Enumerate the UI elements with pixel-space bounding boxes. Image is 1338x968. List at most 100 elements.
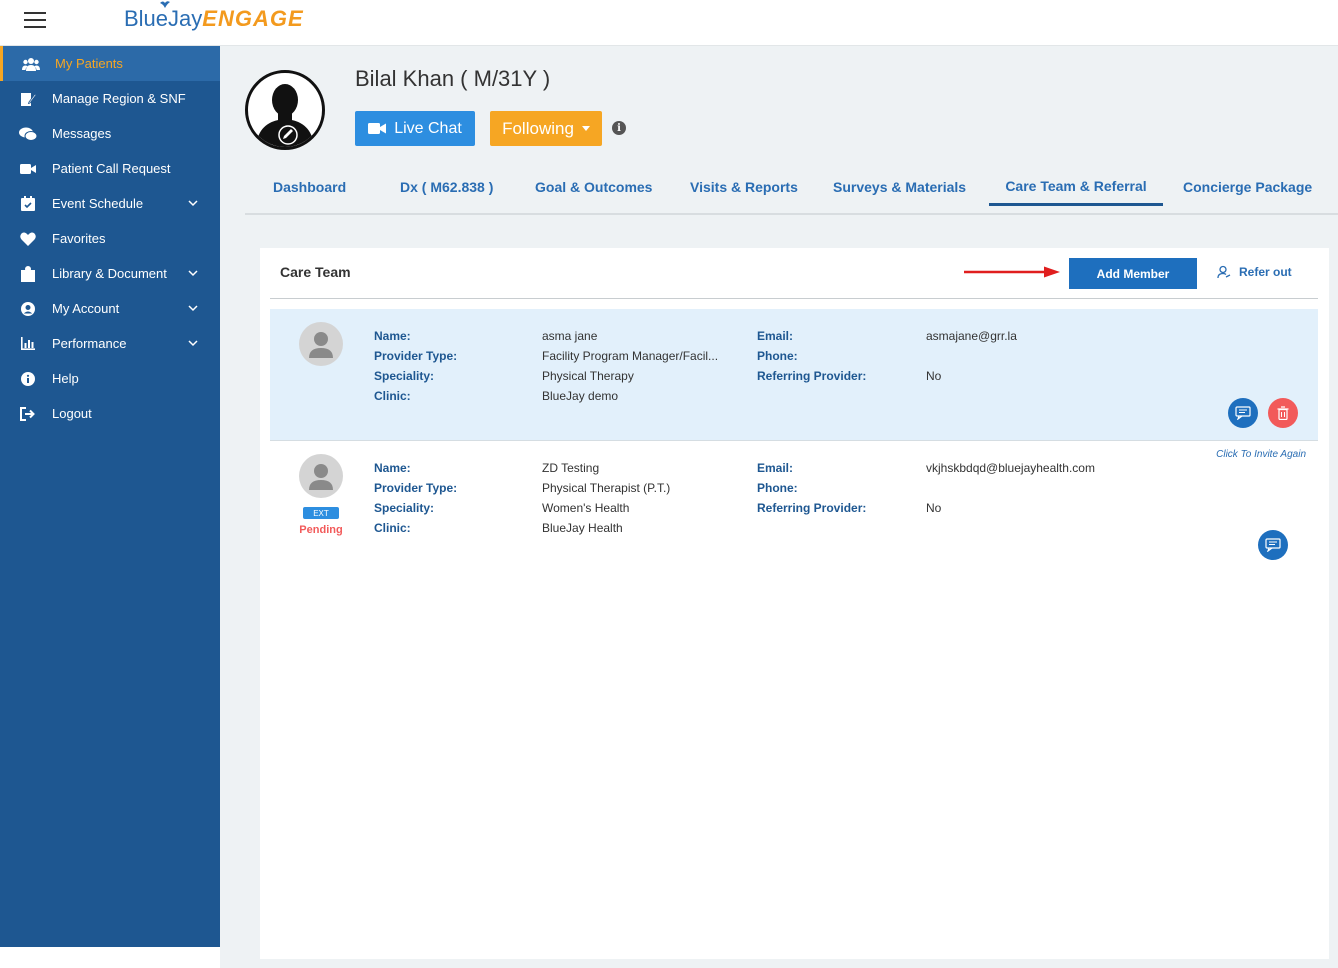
member-speciality: Women's Health [542,501,630,515]
external-badge: EXT [303,507,339,519]
clinic-label: Clinic: [374,389,411,403]
member-email: vkjhskbdqd@bluejayhealth.com [926,461,1095,475]
top-bar: BlueJay ENGAGE [0,0,1338,46]
info-icon[interactable]: i [612,121,626,135]
phone-label: Phone: [757,481,798,495]
red-arrow-annotation [964,266,1060,278]
following-label: Following [502,118,574,138]
tab-goal-outcomes[interactable]: Goal & Outcomes [535,168,652,206]
speciality-label: Speciality: [374,369,435,383]
tab-dx[interactable]: Dx ( M62.838 ) [400,168,493,206]
card-divider [270,298,1318,299]
default-user-icon [309,332,333,358]
refer-out-link[interactable]: Refer out [1217,265,1292,279]
sidebar-item-library-document[interactable]: Library & Document [0,256,220,291]
name-label: Name: [374,329,411,343]
member-name: asma jane [542,329,598,343]
sidebar-item-patient-call-request[interactable]: Patient Call Request [0,151,220,186]
sidebar-item-my-patients[interactable]: My Patients [0,46,220,81]
sidebar-item-logout[interactable]: Logout [0,396,220,431]
info-icon [18,371,38,387]
member-email: asmajane@grr.la [926,329,1017,343]
refer-out-label: Refer out [1239,265,1292,279]
chat-icon [18,126,38,142]
chart-icon [18,336,38,352]
care-team-member-row: Name: Provider Type: Speciality: Clinic:… [270,309,1318,441]
live-chat-button[interactable]: Live Chat [355,111,475,146]
sidebar-item-favorites[interactable]: Favorites [0,221,220,256]
sidebar-item-label: My Account [52,301,120,316]
chevron-down-icon[interactable] [188,268,198,278]
status-badge: Pending [299,524,343,536]
sidebar-item-help[interactable]: Help [0,361,220,396]
chevron-down-icon[interactable] [188,338,198,348]
sidebar-item-label: Performance [52,336,127,351]
logo-text-engage: ENGAGE [202,6,304,31]
sidebar-item-event-schedule[interactable]: Event Schedule [0,186,220,221]
trash-icon [1277,406,1289,420]
edit-doc-icon [18,91,38,107]
member-provider-type: Facility Program Manager/Facil... [542,349,719,363]
referring-provider-label: Referring Provider: [757,501,867,515]
chevron-down-icon[interactable] [188,303,198,313]
heart-icon [18,231,38,247]
referring-provider-label: Referring Provider: [757,369,867,383]
member-speciality: Physical Therapy [542,369,634,383]
tab-dashboard[interactable]: Dashboard [273,168,346,206]
library-icon [18,265,38,282]
sidebar-item-label: Favorites [52,231,106,246]
phone-label: Phone: [757,349,798,363]
message-member-button[interactable] [1258,530,1288,560]
sidebar: My Patients Manage Region & SNF Messages… [0,46,220,947]
refer-user-icon [1217,265,1231,279]
person-silhouette-icon [256,84,314,147]
app-logo[interactable]: BlueJay ENGAGE [124,1,304,32]
invite-again-link[interactable]: Click To Invite Again [1216,449,1306,460]
message-icon [1235,406,1251,420]
care-team-member-row: EXT Pending Name: Provider Type: Special… [270,441,1318,561]
live-chat-label: Live Chat [394,119,462,137]
member-avatar [299,322,343,366]
sidebar-item-manage-region[interactable]: Manage Region & SNF [0,81,220,116]
default-user-icon [309,464,333,490]
sidebar-item-label: Help [52,371,79,386]
tab-care-team-referral[interactable]: Care Team & Referral [989,168,1163,206]
email-label: Email: [757,329,794,343]
sidebar-item-label: Event Schedule [52,196,144,211]
bird-logo-icon [160,1,170,8]
sidebar-item-my-account[interactable]: My Account [0,291,220,326]
following-dropdown-button[interactable]: Following [490,111,602,146]
name-label: Name: [374,461,411,475]
tab-surveys-materials[interactable]: Surveys & Materials [833,168,966,206]
chevron-down-icon[interactable] [188,198,198,208]
patient-name: Bilal Khan ( M/31Y ) [355,66,551,91]
add-member-button[interactable]: Add Member [1069,258,1197,289]
sidebar-item-label: Patient Call Request [52,161,171,176]
delete-member-button[interactable] [1268,398,1298,428]
user-circle-icon [18,301,38,317]
sidebar-item-label: Messages [52,126,112,141]
logo-text-bluejay: BlueJay [124,6,203,31]
hamburger-menu-icon[interactable] [24,12,46,28]
tab-concierge-package[interactable]: Concierge Package [1183,168,1312,206]
member-referring-provider: No [926,501,942,515]
member-provider-type: Physical Therapist (P.T.) [542,481,671,495]
sidebar-item-label: Manage Region & SNF [52,91,186,106]
provider-type-label: Provider Type: [374,349,458,363]
message-icon [1265,538,1281,552]
message-member-button[interactable] [1228,398,1258,428]
member-avatar [299,454,343,498]
member-clinic: BlueJay demo [542,389,619,403]
video-icon [18,161,38,177]
patient-avatar[interactable] [245,70,325,150]
member-referring-provider: No [926,369,942,383]
logout-icon [18,406,38,422]
member-clinic: BlueJay Health [542,521,623,535]
care-team-title: Care Team [280,264,351,280]
tab-visits-reports[interactable]: Visits & Reports [690,168,798,206]
sidebar-item-messages[interactable]: Messages [0,116,220,151]
clinic-label: Clinic: [374,521,411,535]
sidebar-item-performance[interactable]: Performance [0,326,220,361]
speciality-label: Speciality: [374,501,435,515]
member-name: ZD Testing [542,461,600,475]
